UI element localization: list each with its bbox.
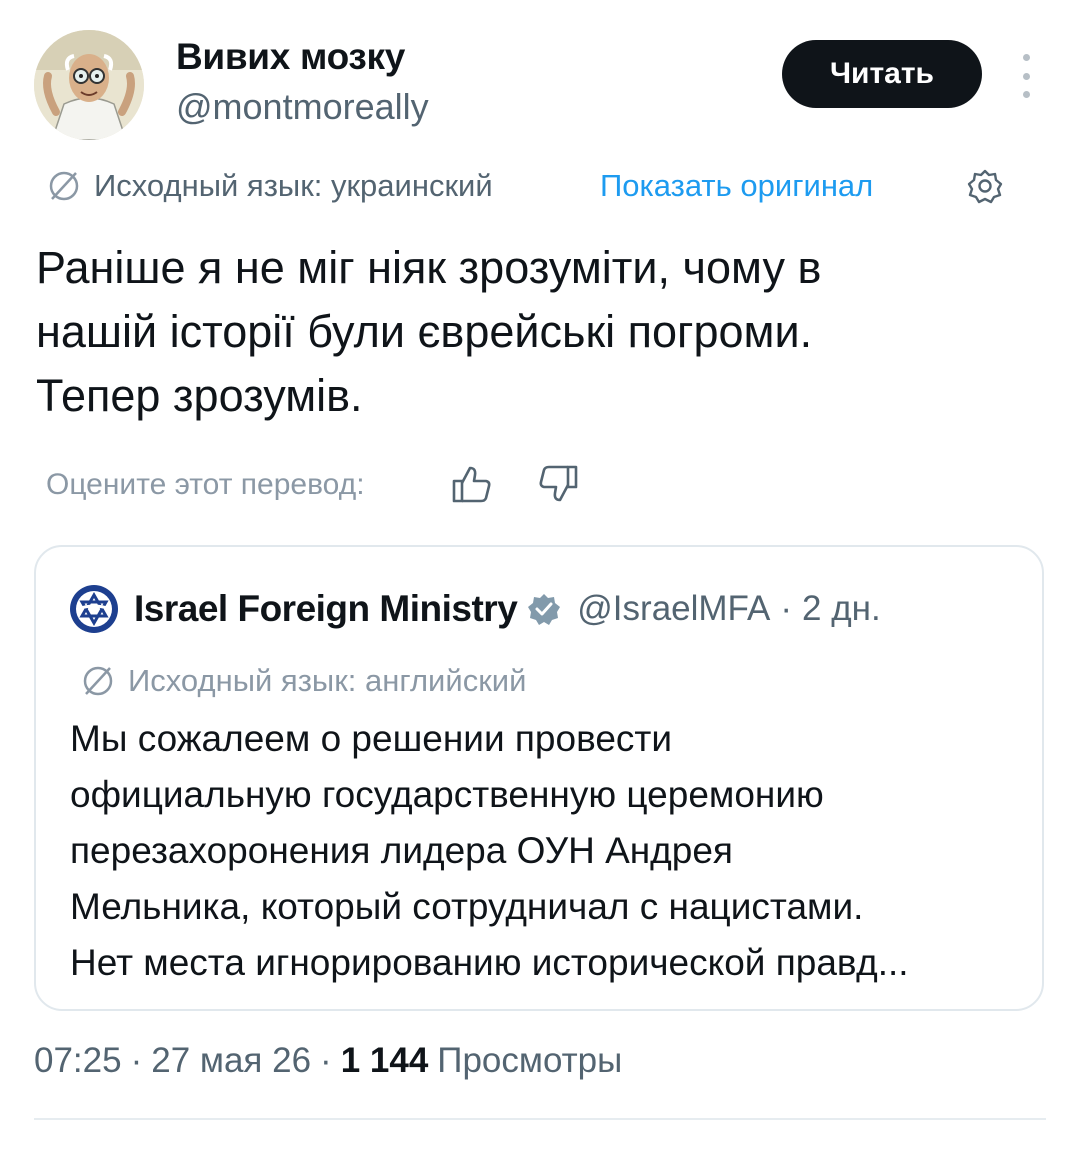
quoted-author-name[interactable]: Israel Foreign Ministry bbox=[134, 588, 518, 630]
tweet-time[interactable]: 07:25 bbox=[34, 1041, 122, 1081]
translate-globe-icon bbox=[83, 666, 113, 696]
meta-separator: · bbox=[780, 589, 793, 628]
more-options-icon[interactable] bbox=[1012, 54, 1040, 98]
tweet-text: Раніше я не міг ніяк зрозуміти, чому в н… bbox=[36, 236, 1026, 428]
meta-separator: · bbox=[130, 1041, 143, 1080]
quoted-tweet-card[interactable]: Israel Foreign Ministry @IsraelMFA · 2 д… bbox=[34, 545, 1044, 1011]
tweet-text-line: Тепер зрозумів. bbox=[36, 370, 363, 421]
rate-translation-label: Оцените этот перевод: bbox=[46, 468, 365, 501]
quoted-text-line: официальную государственную церемонию bbox=[70, 774, 824, 815]
thumbs-up-icon[interactable] bbox=[450, 462, 494, 506]
meta-separator: · bbox=[320, 1041, 332, 1080]
quoted-text-line: перезахоронения лидера ОУН Андрея bbox=[70, 830, 733, 871]
author-name[interactable]: Вивих мозку bbox=[176, 36, 405, 78]
divider bbox=[34, 1118, 1046, 1120]
quoted-tweet-header: Israel Foreign Ministry @IsraelMFA · 2 д… bbox=[134, 583, 881, 635]
quoted-text-line: Мы сожалеем о решении провести bbox=[70, 718, 673, 759]
tweet-text-line: нашій історії були єврейські погроми. bbox=[36, 306, 813, 357]
quoted-tweet-age[interactable]: 2 дн. bbox=[802, 589, 881, 629]
views-label: Просмотры bbox=[437, 1041, 623, 1080]
avatar-image bbox=[34, 30, 144, 140]
translate-globe-icon bbox=[49, 171, 79, 201]
quoted-author-handle[interactable]: @IsraelMFA bbox=[577, 589, 770, 629]
author-avatar[interactable] bbox=[34, 30, 144, 140]
quoted-tweet-text: Мы сожалеем о решении провести официальн… bbox=[70, 711, 909, 991]
quoted-source-language-label: Исходный язык: английский bbox=[128, 663, 527, 698]
show-original-link[interactable]: Показать оригинал bbox=[600, 164, 873, 208]
quoted-text-line: Нет места игнорированию исторической пра… bbox=[70, 942, 909, 983]
tweet-metadata: 07:25 · 27 мая 26 · 1 144 Просмотры bbox=[34, 1036, 622, 1086]
verified-badge-icon bbox=[528, 594, 561, 625]
author-handle[interactable]: @montmoreally bbox=[176, 86, 429, 128]
tweet-text-line: Раніше я не міг ніяк зрозуміти, чому в bbox=[36, 242, 822, 293]
tweet-date[interactable]: 27 мая 26 bbox=[151, 1041, 311, 1081]
settings-gear-icon[interactable] bbox=[966, 167, 1004, 205]
follow-button[interactable]: Читать bbox=[782, 40, 982, 108]
thumbs-down-icon[interactable] bbox=[536, 462, 580, 506]
views-count: 1 144 bbox=[340, 1041, 429, 1080]
israel-mfa-logo bbox=[70, 585, 118, 633]
translation-source-info: Исходный язык: украинский bbox=[44, 164, 493, 208]
source-language-label: Исходный язык: украинский bbox=[94, 168, 493, 203]
quoted-text-line: Мельника, который сотрудничал с нацистам… bbox=[70, 886, 864, 927]
quoted-source-language: Исходный язык: английский bbox=[78, 659, 526, 703]
